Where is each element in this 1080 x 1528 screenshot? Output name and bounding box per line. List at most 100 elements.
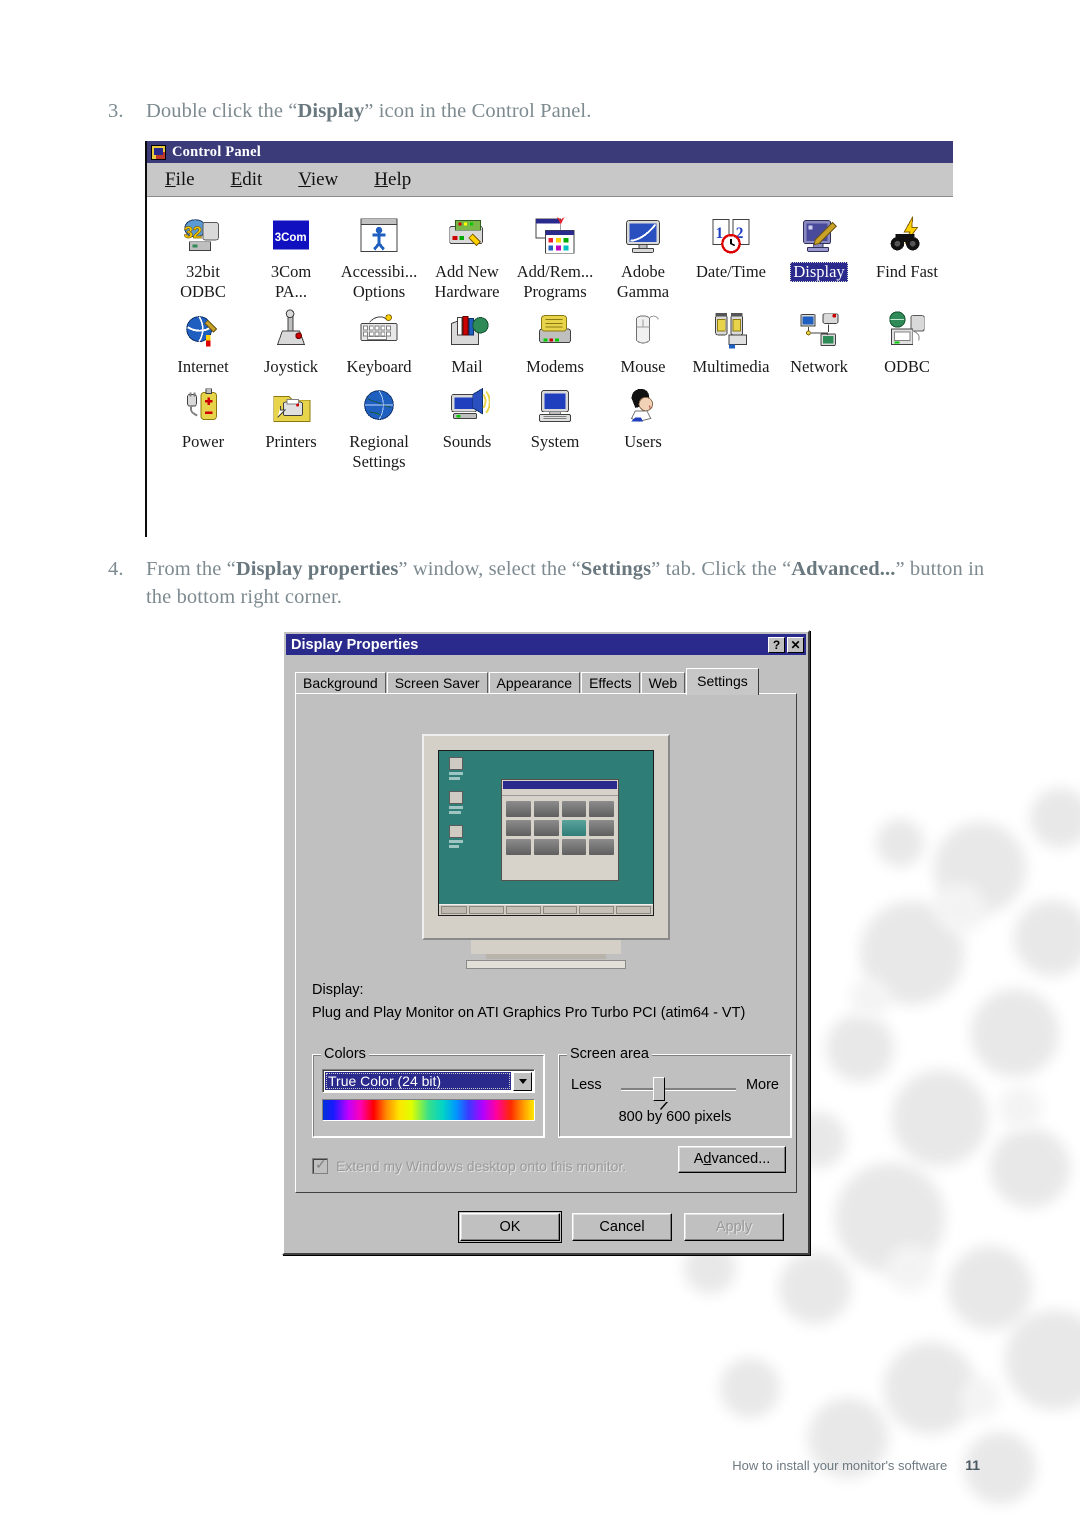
control-panel-item-label: Power bbox=[181, 432, 225, 451]
cancel-button[interactable]: Cancel bbox=[572, 1213, 672, 1241]
control-panel-item-label: ODBC bbox=[884, 357, 930, 376]
chevron-down-icon[interactable] bbox=[513, 1071, 532, 1091]
step-3-text: Double click the “Display” icon in the C… bbox=[146, 97, 988, 125]
page-number: 11 bbox=[965, 1457, 980, 1473]
monitor-base bbox=[466, 960, 626, 969]
menu-file-rest: ile bbox=[175, 168, 195, 190]
users-icon bbox=[599, 377, 687, 429]
display-properties-dialog[interactable]: Display Properties ? ✕ Background Screen … bbox=[282, 630, 810, 1255]
extend-desktop-checkbox[interactable] bbox=[312, 1156, 328, 1174]
menu-edit-rest: dit bbox=[242, 168, 263, 190]
display-properties-tabstrip: Background Screen Saver Appearance Effects W… bbox=[295, 668, 797, 695]
control-panel-item-joystick[interactable]: Joystick bbox=[247, 302, 335, 377]
screen-area-slider-thumb[interactable] bbox=[652, 1077, 665, 1101]
tab-effects[interactable]: Effects bbox=[581, 672, 640, 694]
control-panel-titlebar: Control Panel bbox=[147, 141, 953, 163]
control-panel-item-add-new-hardware[interactable]: Add New Hardware bbox=[423, 207, 511, 302]
control-panel-item-sounds[interactable]: Sounds bbox=[423, 377, 511, 472]
menu-view-rest: iew bbox=[310, 168, 339, 190]
control-panel-window[interactable]: Control Panel File Edit View Help 32 32bi… bbox=[145, 141, 953, 537]
page-canvas: 3. Double click the “Display” icon in th… bbox=[0, 0, 1080, 1528]
preview-taskbar bbox=[439, 904, 653, 915]
control-panel-item-label: Regional Settings bbox=[349, 432, 409, 471]
preview-window bbox=[501, 779, 619, 881]
control-panel-item-3com[interactable]: 3Com 3Com PA... bbox=[247, 207, 335, 302]
control-panel-item-label: System bbox=[530, 432, 580, 451]
apply-button: Apply bbox=[684, 1213, 784, 1241]
preview-desktop-icon bbox=[449, 791, 463, 814]
step-4-number: 4. bbox=[108, 558, 124, 580]
control-panel-item-modems[interactable]: Modems bbox=[511, 302, 599, 377]
display-icon bbox=[775, 207, 863, 259]
help-button[interactable]: ? bbox=[768, 636, 785, 653]
tab-screen-saver[interactable]: Screen Saver bbox=[386, 672, 488, 694]
modems-icon bbox=[511, 302, 599, 354]
control-panel-item-keyboard[interactable]: Keyboard bbox=[335, 302, 423, 377]
sounds-icon bbox=[423, 377, 511, 429]
step-3-seg-2: ” icon in the Control Panel. bbox=[364, 100, 592, 122]
tab-settings[interactable]: Settings bbox=[686, 668, 759, 695]
control-panel-item-regional-settings[interactable]: Regional Settings bbox=[335, 377, 423, 472]
tab-appearance[interactable]: Appearance bbox=[488, 672, 581, 694]
control-panel-item-network[interactable]: Network bbox=[775, 302, 863, 377]
colors-dropdown[interactable]: True Color (24 bit) bbox=[322, 1069, 535, 1093]
control-panel-item-power[interactable]: Power bbox=[159, 377, 247, 472]
step-3-instruction: 3. Double click the “Display” icon in th… bbox=[108, 97, 988, 125]
step-4-seg-1: Display properties bbox=[235, 558, 399, 580]
control-panel-item-mail[interactable]: Mail bbox=[423, 302, 511, 377]
preview-desktop-icon bbox=[449, 757, 463, 780]
display-properties-title: Display Properties bbox=[291, 636, 419, 653]
control-panel-item-internet[interactable]: Internet bbox=[159, 302, 247, 377]
screen-area-group-title: Screen area bbox=[567, 1046, 652, 1062]
control-panel-item-mouse[interactable]: Mouse bbox=[599, 302, 687, 377]
control-panel-item-users[interactable]: Users bbox=[599, 377, 687, 472]
internet-icon bbox=[159, 302, 247, 354]
menu-help[interactable]: Help bbox=[374, 169, 411, 191]
joystick-icon bbox=[247, 302, 335, 354]
tab-background[interactable]: Background bbox=[295, 672, 386, 694]
step-3-seg-1: Display bbox=[297, 100, 365, 122]
control-panel-item-label: Adobe Gamma bbox=[616, 262, 670, 301]
screen-area-slider-track[interactable] bbox=[621, 1088, 736, 1091]
menu-file-accel: F bbox=[165, 168, 176, 190]
control-panel-item-odbc[interactable]: ODBC bbox=[863, 302, 951, 377]
screen-area-groupbox: Screen area Less More 800 by 600 pixels bbox=[558, 1046, 792, 1138]
control-panel-icon bbox=[151, 144, 166, 160]
menu-view[interactable]: View bbox=[298, 169, 338, 191]
network-icon bbox=[775, 302, 863, 354]
step-4-instruction: 4. From the “Display properties” window,… bbox=[108, 555, 1008, 611]
odbc-icon bbox=[863, 302, 951, 354]
control-panel-item-printers[interactable]: Printers bbox=[247, 377, 335, 472]
display-field-value: Plug and Play Monitor on ATI Graphics Pr… bbox=[312, 1005, 746, 1021]
advanced-button[interactable]: Advanced... bbox=[678, 1146, 786, 1173]
close-button[interactable]: ✕ bbox=[787, 636, 804, 653]
tab-web[interactable]: Web bbox=[640, 672, 686, 694]
control-panel-item-find-fast[interactable]: Find Fast bbox=[863, 207, 951, 302]
colors-selected-value: True Color (24 bit) bbox=[325, 1072, 511, 1090]
control-panel-item-accessibility[interactable]: Accessibi... Options bbox=[335, 207, 423, 302]
control-panel-item-system[interactable]: System bbox=[511, 377, 599, 472]
preview-window-titlebar bbox=[503, 781, 617, 789]
selected-label: Display bbox=[790, 262, 848, 282]
control-panel-item-adobe-gamma[interactable]: Adobe Gamma bbox=[599, 207, 687, 302]
control-panel-item-label: Find Fast bbox=[876, 262, 938, 281]
settings-tab-panel: Display: Plug and Play Monitor on ATI Gr… bbox=[295, 693, 797, 1193]
accessibility-icon bbox=[335, 207, 423, 259]
multimedia-icon bbox=[687, 302, 775, 354]
control-panel-item-add-remove-programs[interactable]: Add/Rem... Programs bbox=[511, 207, 599, 302]
control-panel-item-date-time[interactable]: 1 2 Date/Time bbox=[687, 207, 775, 302]
control-panel-item-odbc-32bit[interactable]: 32 32bit ODBC bbox=[159, 207, 247, 302]
control-panel-item-display[interactable]: Display bbox=[775, 207, 863, 302]
menu-edit[interactable]: Edit bbox=[231, 169, 263, 191]
colors-group-title: Colors bbox=[321, 1046, 369, 1062]
advanced-button-accel: d bbox=[703, 1151, 712, 1167]
monitor-preview[interactable] bbox=[422, 734, 670, 969]
ok-button[interactable]: OK bbox=[458, 1211, 562, 1243]
monitor-case bbox=[422, 734, 670, 940]
mail-icon bbox=[423, 302, 511, 354]
extend-desktop-label: Extend my Windows desktop onto this moni… bbox=[336, 1158, 627, 1174]
control-panel-item-multimedia[interactable]: Multimedia bbox=[687, 302, 775, 377]
preview-start-button bbox=[441, 906, 467, 914]
find-fast-icon bbox=[863, 207, 951, 259]
menu-file[interactable]: File bbox=[165, 169, 195, 191]
